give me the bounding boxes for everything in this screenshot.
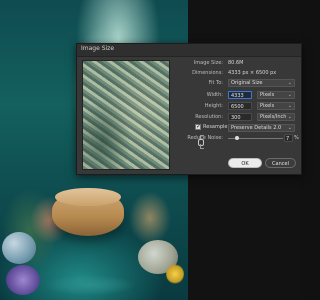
image-size-value: 80.6M — [228, 60, 244, 66]
resample-label: Resample: — [203, 124, 230, 130]
yellow-coral — [166, 264, 184, 284]
chevron-down-icon: ⌄ — [287, 103, 292, 109]
resample-value: Preserve Details 2.0 — [231, 125, 282, 131]
width-label: Width: — [206, 92, 223, 98]
dialog-titlebar[interactable]: Image Size — [77, 44, 301, 57]
reduce-noise-slider-thumb[interactable] — [235, 136, 239, 140]
width-unit-select[interactable]: Pixels ⌄ — [257, 91, 295, 99]
image-preview[interactable] — [82, 60, 170, 170]
dimensions-label: Dimensions: — [192, 70, 223, 76]
width-unit-value: Pixels — [260, 92, 275, 98]
dialog-title: Image Size — [81, 45, 115, 52]
chevron-down-icon: ⌄ — [287, 125, 292, 131]
fit-to-value: Original Size — [231, 80, 263, 86]
resolution-label: Resolution: — [195, 114, 223, 120]
bracket-bottom — [200, 144, 204, 149]
fit-to-select[interactable]: Original Size ⌄ — [228, 79, 295, 87]
chevron-down-icon: ⌄ — [287, 114, 292, 120]
height-unit-value: Pixels — [260, 103, 275, 109]
dimensions-value: 4333 px × 6500 px — [228, 70, 277, 76]
chevron-down-icon: ⌄ — [287, 92, 292, 98]
shell-left — [2, 232, 36, 264]
resolution-input[interactable]: 300 — [228, 113, 252, 121]
image-size-dialog: Image Size Image Size: 80.6M Dimensions:… — [76, 43, 302, 175]
resolution-unit-select[interactable]: Pixels/Inch ⌄ — [257, 113, 295, 121]
resolution-unit-value: Pixels/Inch — [260, 114, 287, 120]
resample-select[interactable]: Preserve Details 2.0 ⌄ — [228, 124, 295, 132]
width-input[interactable]: 4333 — [228, 91, 252, 99]
pedestal-top — [55, 188, 121, 206]
fit-to-label: Fit To: — [208, 80, 223, 86]
reduce-noise-label: Reduce Noise: — [187, 135, 223, 141]
reduce-noise-input[interactable]: 7 — [284, 134, 293, 142]
height-label: Height: — [204, 103, 223, 109]
sand — [30, 270, 150, 300]
cancel-button[interactable]: Cancel — [265, 158, 296, 168]
reduce-noise-unit: % — [294, 135, 299, 141]
height-input[interactable]: 6500 — [228, 102, 252, 110]
chevron-down-icon: ⌄ — [287, 80, 292, 86]
height-unit-select[interactable]: Pixels ⌄ — [257, 102, 295, 110]
image-size-label: Image Size: — [193, 60, 223, 66]
resample-checkbox[interactable] — [195, 123, 201, 130]
ok-button[interactable]: OK — [228, 158, 262, 168]
